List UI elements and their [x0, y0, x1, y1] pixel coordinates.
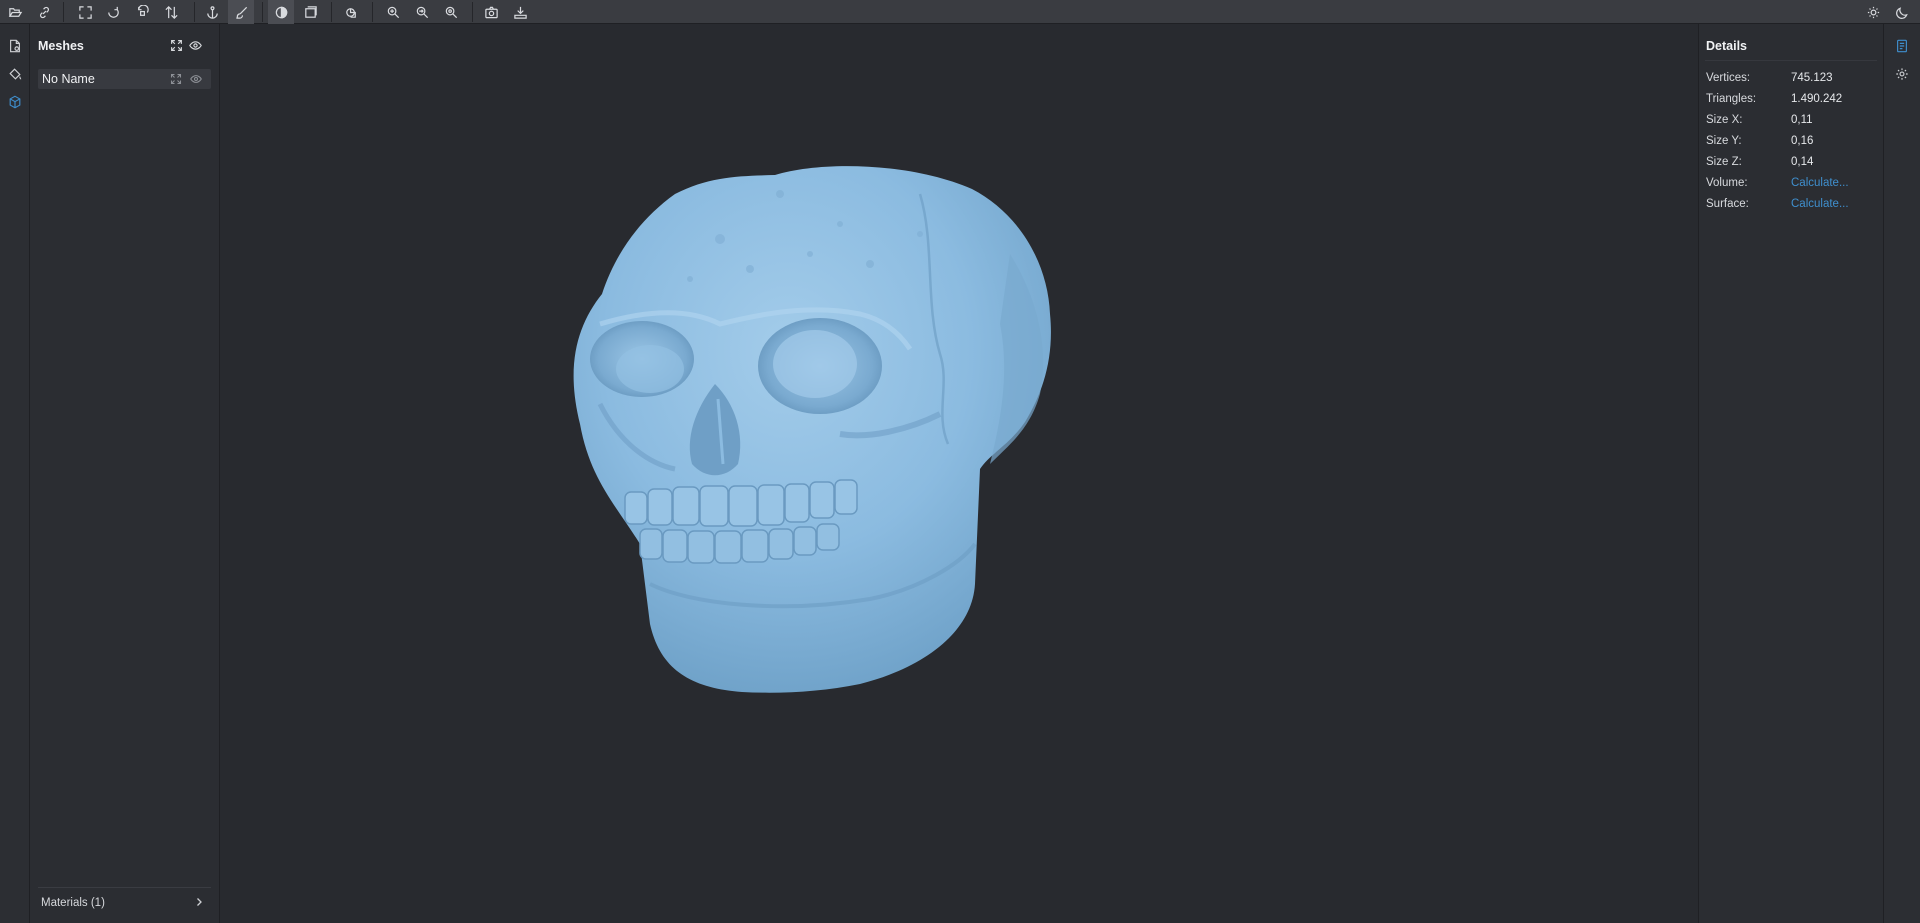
flip-icon[interactable]	[158, 0, 184, 24]
detail-row-size-y: Size Y: 0,16	[1706, 135, 1878, 153]
3d-viewport[interactable]	[220, 24, 1698, 923]
toolbar-separator	[194, 2, 195, 22]
rotate-icon[interactable]	[100, 0, 126, 24]
export-icon[interactable]	[507, 0, 533, 24]
detail-key: Volume:	[1706, 177, 1748, 189]
detail-key: Vertices:	[1706, 72, 1751, 84]
link-icon[interactable]	[31, 0, 57, 24]
mesh-name: No Name	[42, 72, 95, 86]
settings-gear-icon[interactable]	[1891, 63, 1913, 85]
detail-value: 0,16	[1791, 135, 1814, 147]
detail-row-triangles: Triangles: 1.490.242	[1706, 93, 1878, 111]
moon-icon[interactable]	[1889, 0, 1915, 24]
skull-mesh	[573, 166, 1051, 693]
detail-row-vertices: Vertices: 745.123	[1706, 72, 1878, 90]
materials-label: Materials (1)	[41, 897, 105, 909]
detail-key: Size X:	[1706, 114, 1743, 126]
detail-row-volume: Volume: Calculate...	[1706, 177, 1878, 195]
toolbar-separator	[262, 2, 263, 22]
detail-key: Triangles:	[1706, 93, 1757, 105]
detail-value: 0,11	[1791, 114, 1813, 126]
open-file-icon[interactable]	[2, 0, 28, 24]
detail-row-surface: Surface: Calculate...	[1706, 198, 1878, 216]
mesh-visibility-icon[interactable]	[188, 71, 204, 87]
detail-value: 0,14	[1791, 156, 1814, 168]
document-icon[interactable]	[4, 35, 26, 57]
detail-row-size-z: Size Z: 0,14	[1706, 156, 1878, 174]
paint-bucket-icon[interactable]	[4, 63, 26, 85]
materials-section[interactable]: Materials (1)	[38, 887, 211, 915]
fit-view-icon[interactable]	[72, 0, 98, 24]
left-rail	[0, 24, 30, 923]
detail-key: Surface:	[1706, 198, 1749, 210]
measure-icon[interactable]	[338, 0, 364, 24]
calculate-volume-link[interactable]: Calculate...	[1791, 177, 1849, 189]
detail-value: 745.123	[1791, 72, 1833, 84]
detail-row-size-x: Size X: 0,11	[1706, 114, 1878, 132]
mesh-focus-icon[interactable]	[168, 71, 184, 87]
toolbar-separator	[372, 2, 373, 22]
visibility-all-icon[interactable]	[187, 37, 203, 53]
rotate-alt-icon[interactable]	[129, 0, 155, 24]
detail-key: Size Z:	[1706, 156, 1742, 168]
expand-all-icon[interactable]	[168, 37, 184, 53]
sun-icon[interactable]	[1860, 0, 1886, 24]
meshes-panel: Meshes No Name Materials (1)	[30, 24, 220, 923]
toolbar-separator	[331, 2, 332, 22]
details-title: Details	[1706, 39, 1747, 53]
detail-value: 1.490.242	[1791, 93, 1843, 105]
mesh-list-item[interactable]: No Name	[38, 69, 211, 89]
anchor-icon[interactable]	[199, 0, 225, 24]
camera-icon[interactable]	[478, 0, 504, 24]
calculate-surface-link[interactable]: Calculate...	[1791, 198, 1849, 210]
right-rail	[1884, 24, 1920, 923]
zoom-add-icon[interactable]	[380, 0, 406, 24]
top-toolbar	[0, 0, 1920, 24]
detail-key: Size Y:	[1706, 135, 1742, 147]
cube-icon[interactable]	[4, 91, 26, 113]
shading-icon[interactable]	[268, 0, 294, 24]
toolbar-separator	[63, 2, 64, 22]
zoom-settings-icon[interactable]	[438, 0, 464, 24]
brush-icon[interactable]	[228, 0, 254, 24]
toolbar-separator	[472, 2, 473, 22]
layers-icon[interactable]	[297, 0, 323, 24]
details-panel: Details Vertices: 745.123 Triangles: 1.4…	[1698, 24, 1884, 923]
chevron-right-icon	[197, 898, 202, 906]
divider	[1705, 60, 1877, 61]
meshes-panel-title: Meshes	[38, 39, 84, 53]
zoom-move-icon[interactable]	[409, 0, 435, 24]
details-icon[interactable]	[1891, 35, 1913, 57]
